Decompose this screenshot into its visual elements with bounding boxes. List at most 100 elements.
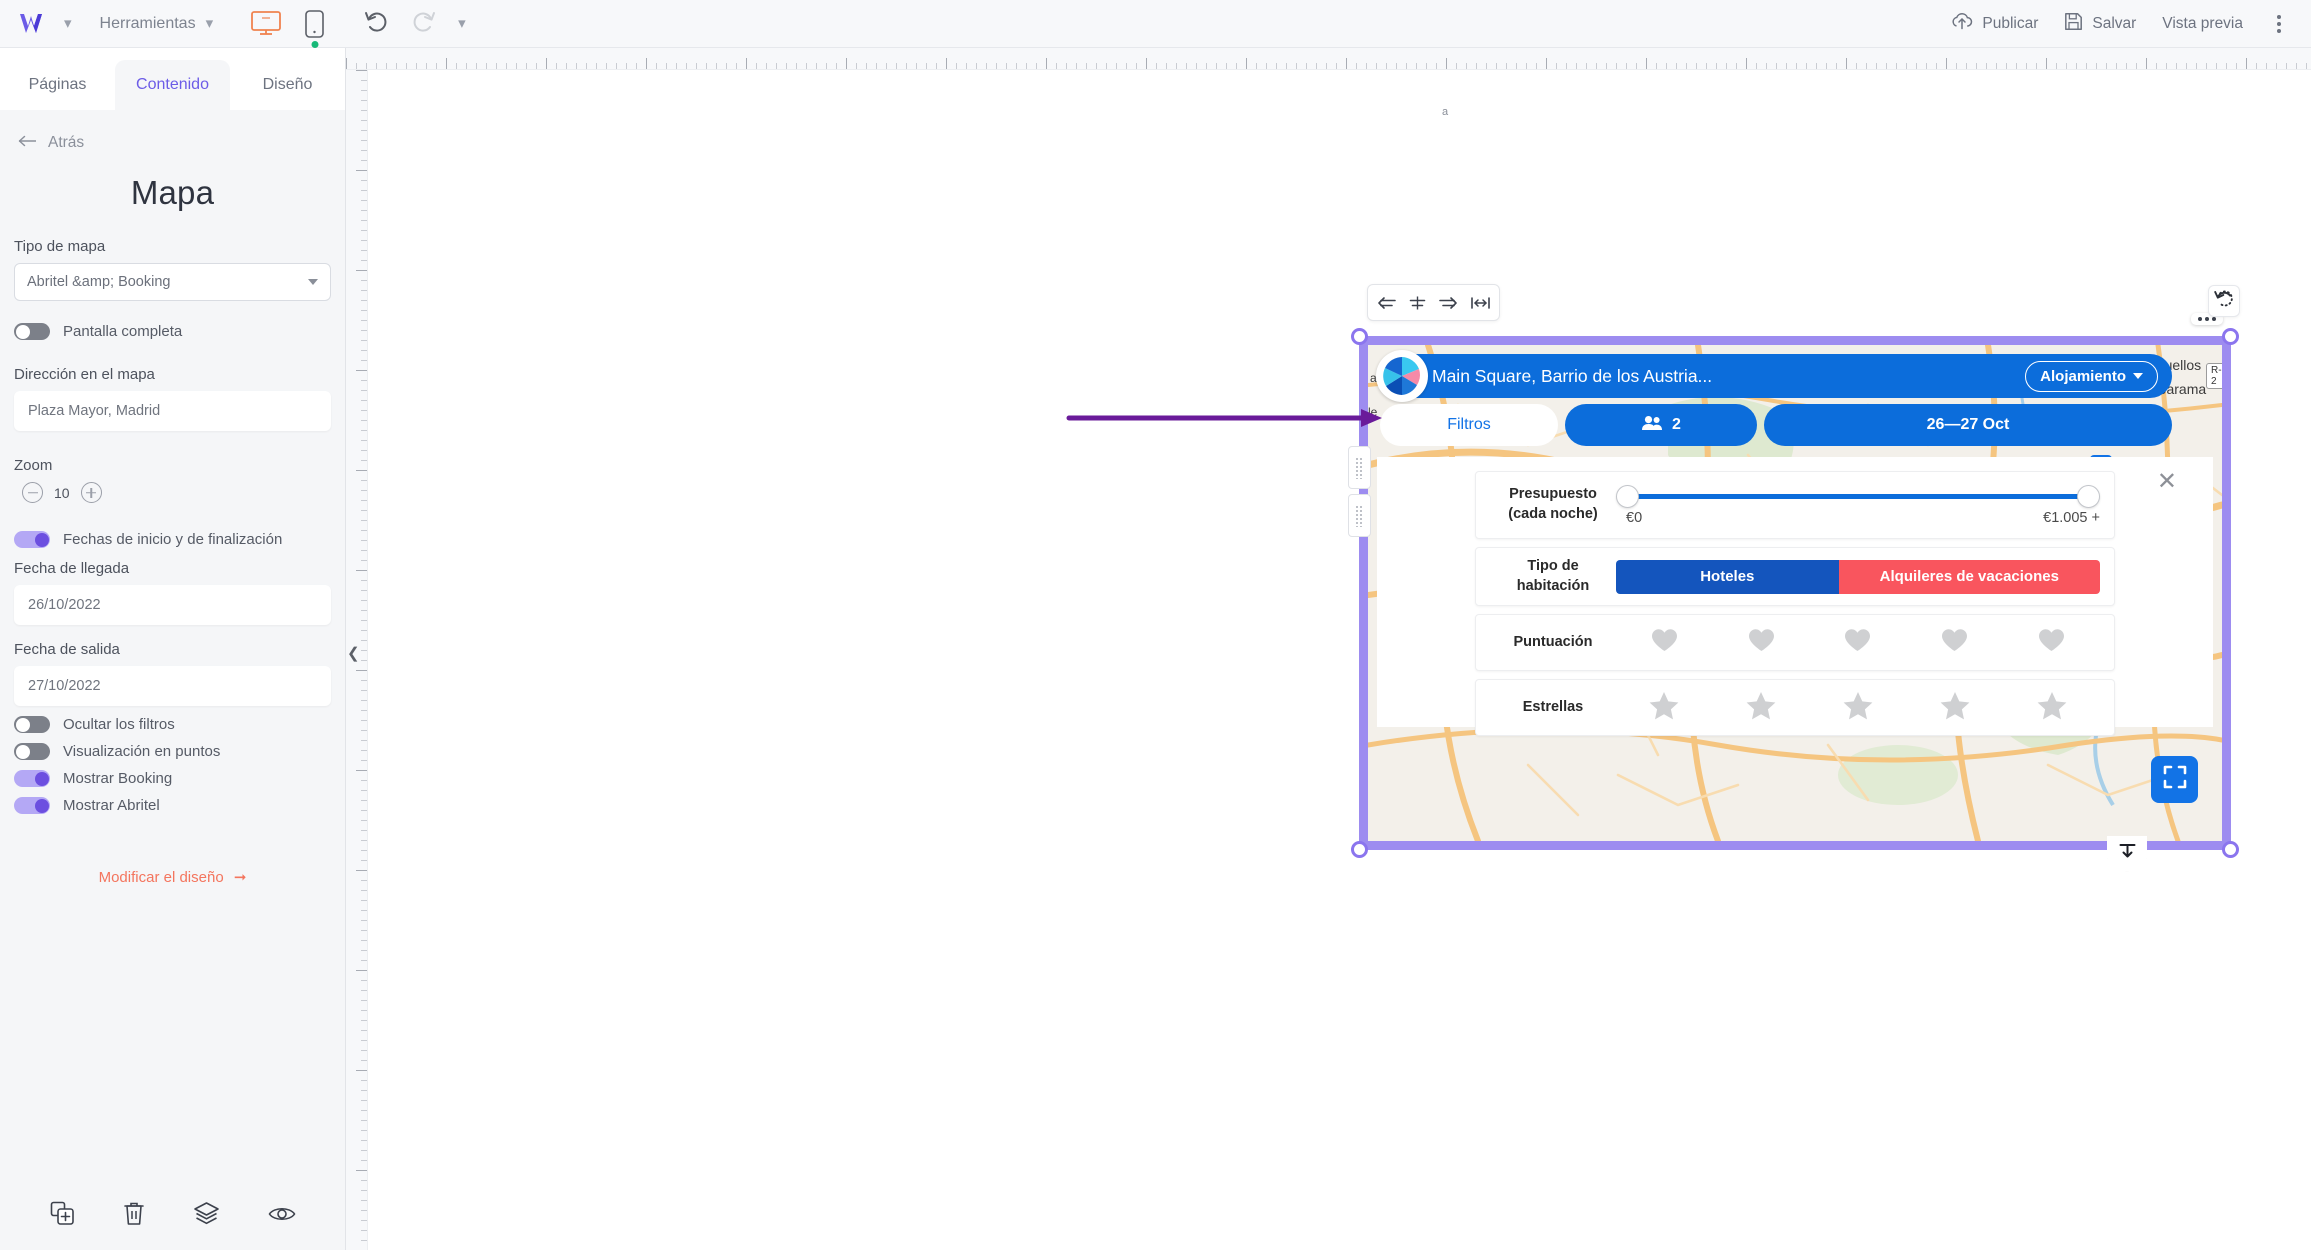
mobile-view-icon[interactable] <box>305 10 324 38</box>
room-type-line1: Tipo de <box>1490 557 1616 577</box>
filtros-button[interactable]: Filtros <box>1380 404 1558 446</box>
save-label: Salvar <box>2092 15 2136 33</box>
close-icon[interactable]: ✕ <box>2157 470 2177 494</box>
chevron-down-icon[interactable]: ▾ <box>64 16 72 31</box>
arrival-label: Fecha de llegada <box>14 560 345 577</box>
publish-label: Publicar <box>1982 15 2038 33</box>
tools-menu[interactable]: Herramientas ▾ <box>72 15 214 33</box>
show-abritel-toggle[interactable] <box>14 797 50 814</box>
ruler-marker-label: a <box>1442 106 1448 118</box>
show-booking-row[interactable]: Mostrar Booking <box>14 770 345 787</box>
heart-icon[interactable] <box>1748 628 1775 658</box>
edit-design-link[interactable]: Modificar el diseño ➞ <box>0 868 345 886</box>
address-input[interactable] <box>14 391 331 431</box>
chevron-down-icon[interactable]: ▾ <box>206 16 214 31</box>
map-type-value: Abritel &amp; Booking <box>27 274 170 290</box>
guests-button[interactable]: 2 <box>1565 404 1757 446</box>
resize-handle-bottom-right[interactable] <box>2222 841 2239 858</box>
stars-filter-row: Estrellas <box>1475 679 2115 736</box>
heart-icon[interactable] <box>1651 628 1678 658</box>
stars-rating <box>1616 691 2100 725</box>
horizontal-ruler[interactable] <box>346 48 2311 70</box>
dots-display-toggle[interactable] <box>14 743 50 760</box>
tab-diseno[interactable]: Diseño <box>230 60 345 110</box>
align-left-icon[interactable] <box>1376 295 1397 311</box>
dates-label: 26—27 Oct <box>1927 416 2010 434</box>
hotels-button[interactable]: Hoteles <box>1616 560 1839 594</box>
resize-handle-bottom-left[interactable] <box>1351 841 1368 858</box>
stars-label: Estrellas <box>1490 698 1616 718</box>
layers-icon[interactable] <box>193 1201 220 1231</box>
star-icon[interactable] <box>1940 691 1970 725</box>
trash-icon[interactable] <box>123 1201 145 1231</box>
resize-handle-left-lower[interactable] <box>1348 494 1371 537</box>
dates-toggle-row[interactable]: Fechas de inicio y de finalización <box>14 531 345 548</box>
duplicate-icon[interactable] <box>50 1201 75 1231</box>
hide-filters-toggle[interactable] <box>14 716 50 733</box>
budget-min-value: €0 <box>1626 510 1642 526</box>
save-button[interactable]: Salvar <box>2064 12 2136 36</box>
dates-toggle[interactable] <box>14 531 50 548</box>
collapse-panel-arrow[interactable]: ❮ <box>347 644 360 662</box>
preview-label: Vista previa <box>2162 15 2243 33</box>
publish-button[interactable]: Publicar <box>1951 12 2038 36</box>
map-widget[interactable]: Paracuellos de Jarama Móstoles LOS LLANO… <box>1359 336 2231 850</box>
departure-date-input[interactable] <box>14 666 331 706</box>
annotation-arrow <box>1066 403 1386 438</box>
fullscreen-toggle-row[interactable]: Pantalla completa <box>14 323 345 340</box>
preview-button[interactable]: Vista previa <box>2162 15 2243 33</box>
dots-display-label: Visualización en puntos <box>63 743 220 760</box>
star-icon[interactable] <box>1843 691 1873 725</box>
align-center-icon[interactable] <box>1408 295 1427 311</box>
zoom-decrease-button[interactable] <box>22 482 43 503</box>
more-options-icon[interactable] <box>2269 11 2289 37</box>
undo-icon[interactable] <box>364 10 389 38</box>
desktop-view-icon[interactable] <box>251 11 281 36</box>
star-icon[interactable] <box>2037 691 2067 725</box>
star-icon[interactable] <box>1649 691 1679 725</box>
zoom-increase-button[interactable] <box>81 482 102 503</box>
road-badge: R-2 <box>2206 363 2222 389</box>
resize-handle-top-right[interactable] <box>2222 328 2239 345</box>
room-type-segmented-control: Hoteles Alquileres de vacaciones <box>1616 560 2100 594</box>
rentals-button[interactable]: Alquileres de vacaciones <box>1839 560 2100 594</box>
align-right-icon[interactable] <box>1438 295 1459 311</box>
fullscreen-label: Pantalla completa <box>63 323 182 340</box>
wix-logo[interactable] <box>18 11 52 37</box>
arrow-left-icon <box>18 134 38 152</box>
map-type-select[interactable]: Abritel &amp; Booking <box>14 263 331 301</box>
heart-icon[interactable] <box>2038 628 2065 658</box>
tab-contenido[interactable]: Contenido <box>115 60 230 110</box>
heart-icon[interactable] <box>1941 628 1968 658</box>
budget-range-slider[interactable]: €0 €1.005 + <box>1616 481 2100 529</box>
resize-handle-top-left[interactable] <box>1351 328 1368 345</box>
rotate-button[interactable] <box>2208 285 2240 317</box>
editor-canvas[interactable]: ❮ a <box>346 48 2311 1250</box>
back-button[interactable]: Atrás <box>18 134 345 152</box>
dates-button[interactable]: 26—27 Oct <box>1764 404 2172 446</box>
map-canvas[interactable]: Paracuellos de Jarama Móstoles LOS LLANO… <box>1368 345 2222 841</box>
accommodation-dropdown[interactable]: Alojamiento <box>2025 361 2158 392</box>
hide-filters-row[interactable]: Ocultar los filtros <box>14 716 345 733</box>
fullscreen-icon <box>2162 764 2188 795</box>
eye-icon[interactable] <box>268 1204 296 1229</box>
dates-toggle-label: Fechas de inicio y de finalización <box>63 531 282 548</box>
rotate-icon <box>2214 289 2234 313</box>
tab-paginas[interactable]: Páginas <box>0 60 115 110</box>
back-label: Atrás <box>48 134 84 152</box>
dots-display-row[interactable]: Visualización en puntos <box>14 743 345 760</box>
show-booking-toggle[interactable] <box>14 770 50 787</box>
fullscreen-button[interactable] <box>2151 756 2198 803</box>
slider-knob-max[interactable] <box>2077 485 2100 508</box>
chevron-down-icon[interactable]: ▾ <box>458 16 466 31</box>
star-icon[interactable] <box>1746 691 1776 725</box>
show-abritel-row[interactable]: Mostrar Abritel <box>14 797 345 814</box>
heart-icon[interactable] <box>1844 628 1871 658</box>
hide-filters-label: Ocultar los filtros <box>63 716 175 733</box>
fullscreen-toggle[interactable] <box>14 323 50 340</box>
stretch-down-handle[interactable] <box>2107 836 2147 872</box>
resize-handle-left-upper[interactable] <box>1348 446 1371 489</box>
stretch-width-icon[interactable] <box>1470 295 1491 311</box>
arrival-date-input[interactable] <box>14 585 331 625</box>
slider-knob-min[interactable] <box>1616 485 1639 508</box>
